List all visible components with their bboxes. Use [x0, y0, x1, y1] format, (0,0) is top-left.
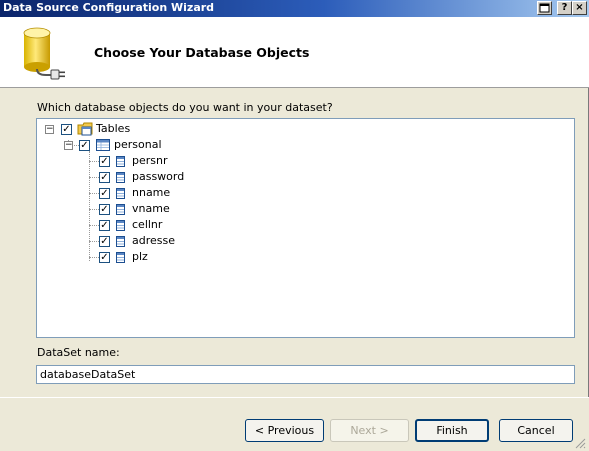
tree-node-column[interactable]: ✓ cellnr: [37, 218, 337, 234]
tree-node-column[interactable]: ✓ adresse: [37, 234, 337, 250]
help-button[interactable]: ?: [557, 1, 572, 15]
next-button[interactable]: Next >: [330, 419, 409, 442]
wizard-dialog: Data Source Configuration Wizard ? × Cho…: [0, 0, 589, 451]
collapse-toggle[interactable]: −: [64, 141, 73, 150]
column-label: plz: [132, 250, 148, 263]
column-checkbox[interactable]: ✓: [99, 188, 110, 199]
window-icon[interactable]: [537, 1, 552, 15]
wizard-header: Choose Your Database Objects: [0, 17, 589, 88]
table-icon: [96, 139, 110, 151]
column-checkbox[interactable]: ✓: [99, 156, 110, 167]
column-label: adresse: [132, 234, 176, 247]
column-label: cellnr: [132, 218, 163, 231]
column-label: password: [132, 170, 185, 183]
column-icon: [116, 252, 125, 263]
page-title: Choose Your Database Objects: [94, 45, 310, 60]
collapse-toggle[interactable]: −: [45, 125, 54, 134]
column-icon: [116, 204, 125, 215]
column-checkbox[interactable]: ✓: [99, 204, 110, 215]
title-bar[interactable]: Data Source Configuration Wizard ? ×: [0, 0, 589, 17]
column-icon: [116, 156, 125, 167]
column-checkbox[interactable]: ✓: [99, 252, 110, 263]
cancel-button[interactable]: Cancel: [499, 419, 573, 442]
tree-node-column[interactable]: ✓ vname: [37, 202, 337, 218]
objects-prompt: Which database objects do you want in yo…: [37, 101, 333, 114]
column-label: persnr: [132, 154, 168, 167]
table-checkbox[interactable]: ✓: [79, 140, 90, 151]
column-label: vname: [132, 202, 170, 215]
column-checkbox[interactable]: ✓: [99, 236, 110, 247]
tables-label: Tables: [96, 122, 131, 135]
column-icon: [116, 220, 125, 231]
dataset-name-label: DataSet name:: [37, 346, 120, 359]
database-plug-icon: [23, 27, 65, 80]
tree-node-column[interactable]: ✓ plz: [37, 250, 337, 266]
table-label: personal: [114, 138, 162, 151]
tree-node-column[interactable]: ✓ password: [37, 170, 337, 186]
tree-node-column[interactable]: ✓ persnr: [37, 154, 337, 170]
column-icon: [116, 172, 125, 183]
dataset-name-input[interactable]: [36, 365, 575, 384]
tables-checkbox[interactable]: ✓: [61, 124, 72, 135]
tables-folder-icon: [77, 122, 93, 136]
database-objects-tree[interactable]: − ✓ Tables − ✓ personal ✓ persnr ✓ passw…: [36, 118, 575, 338]
tree-node-tables[interactable]: − ✓ Tables: [37, 122, 337, 138]
column-checkbox[interactable]: ✓: [99, 220, 110, 231]
column-icon: [116, 236, 125, 247]
resize-grip-icon[interactable]: [574, 437, 586, 449]
column-checkbox[interactable]: ✓: [99, 172, 110, 183]
window-title: Data Source Configuration Wizard: [3, 1, 215, 14]
finish-button[interactable]: Finish: [415, 419, 489, 442]
close-button[interactable]: ×: [572, 1, 587, 15]
tree-node-column[interactable]: ✓ nname: [37, 186, 337, 202]
tree-node-table[interactable]: − ✓ personal: [37, 138, 337, 154]
column-label: nname: [132, 186, 171, 199]
previous-button[interactable]: < Previous: [245, 419, 324, 442]
column-icon: [116, 188, 125, 199]
